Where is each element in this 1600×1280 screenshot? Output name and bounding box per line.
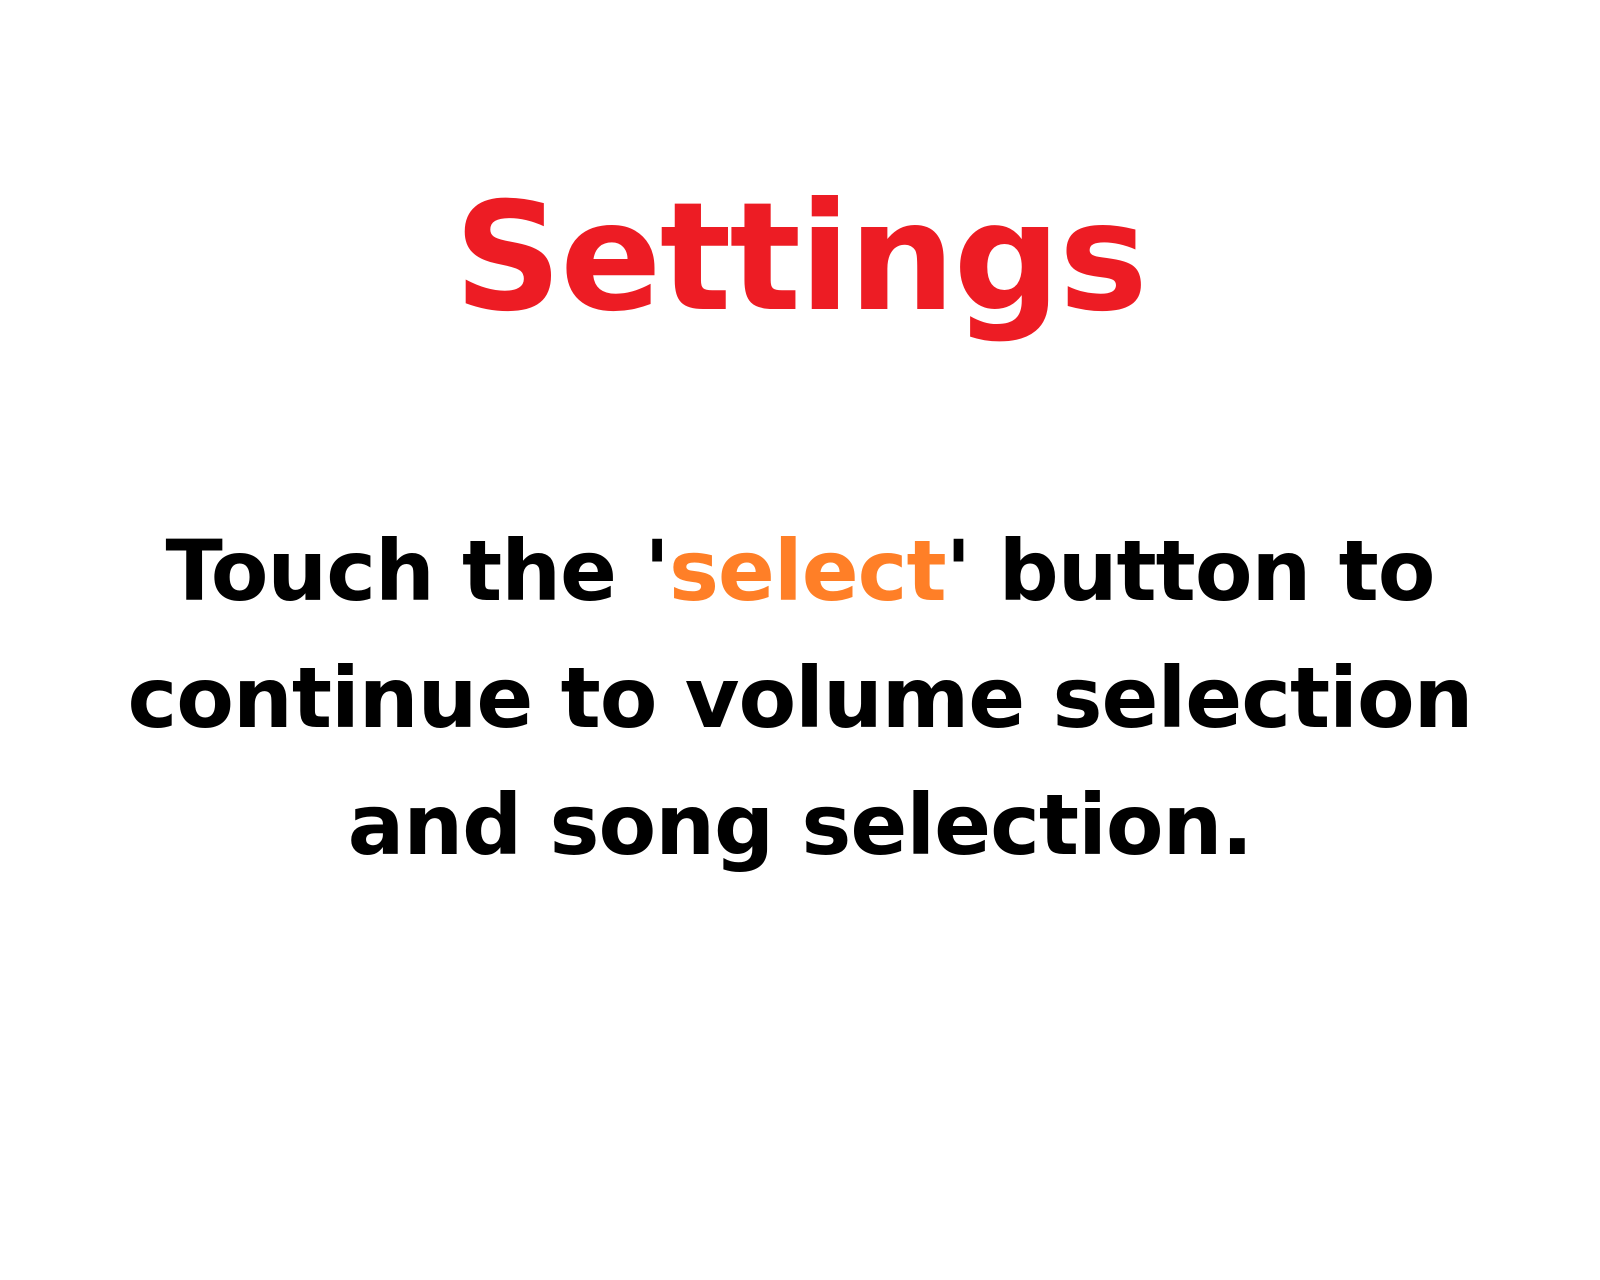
instructions-text: Touch the 'select' button to continue to… — [100, 508, 1500, 889]
instructions-line-1: Touch the 'select' button to — [100, 508, 1500, 635]
select-keyword: select — [668, 522, 947, 620]
settings-screen: Settings Touch the 'select' button to co… — [0, 0, 1600, 1280]
instructions-line-2: continue to volume selection — [127, 649, 1474, 747]
instructions-line-3: and song selection. — [347, 776, 1254, 874]
instructions-suffix: ' button to — [945, 522, 1436, 620]
page-title: Settings — [453, 171, 1148, 345]
instructions-prefix: Touch the ' — [165, 522, 670, 620]
